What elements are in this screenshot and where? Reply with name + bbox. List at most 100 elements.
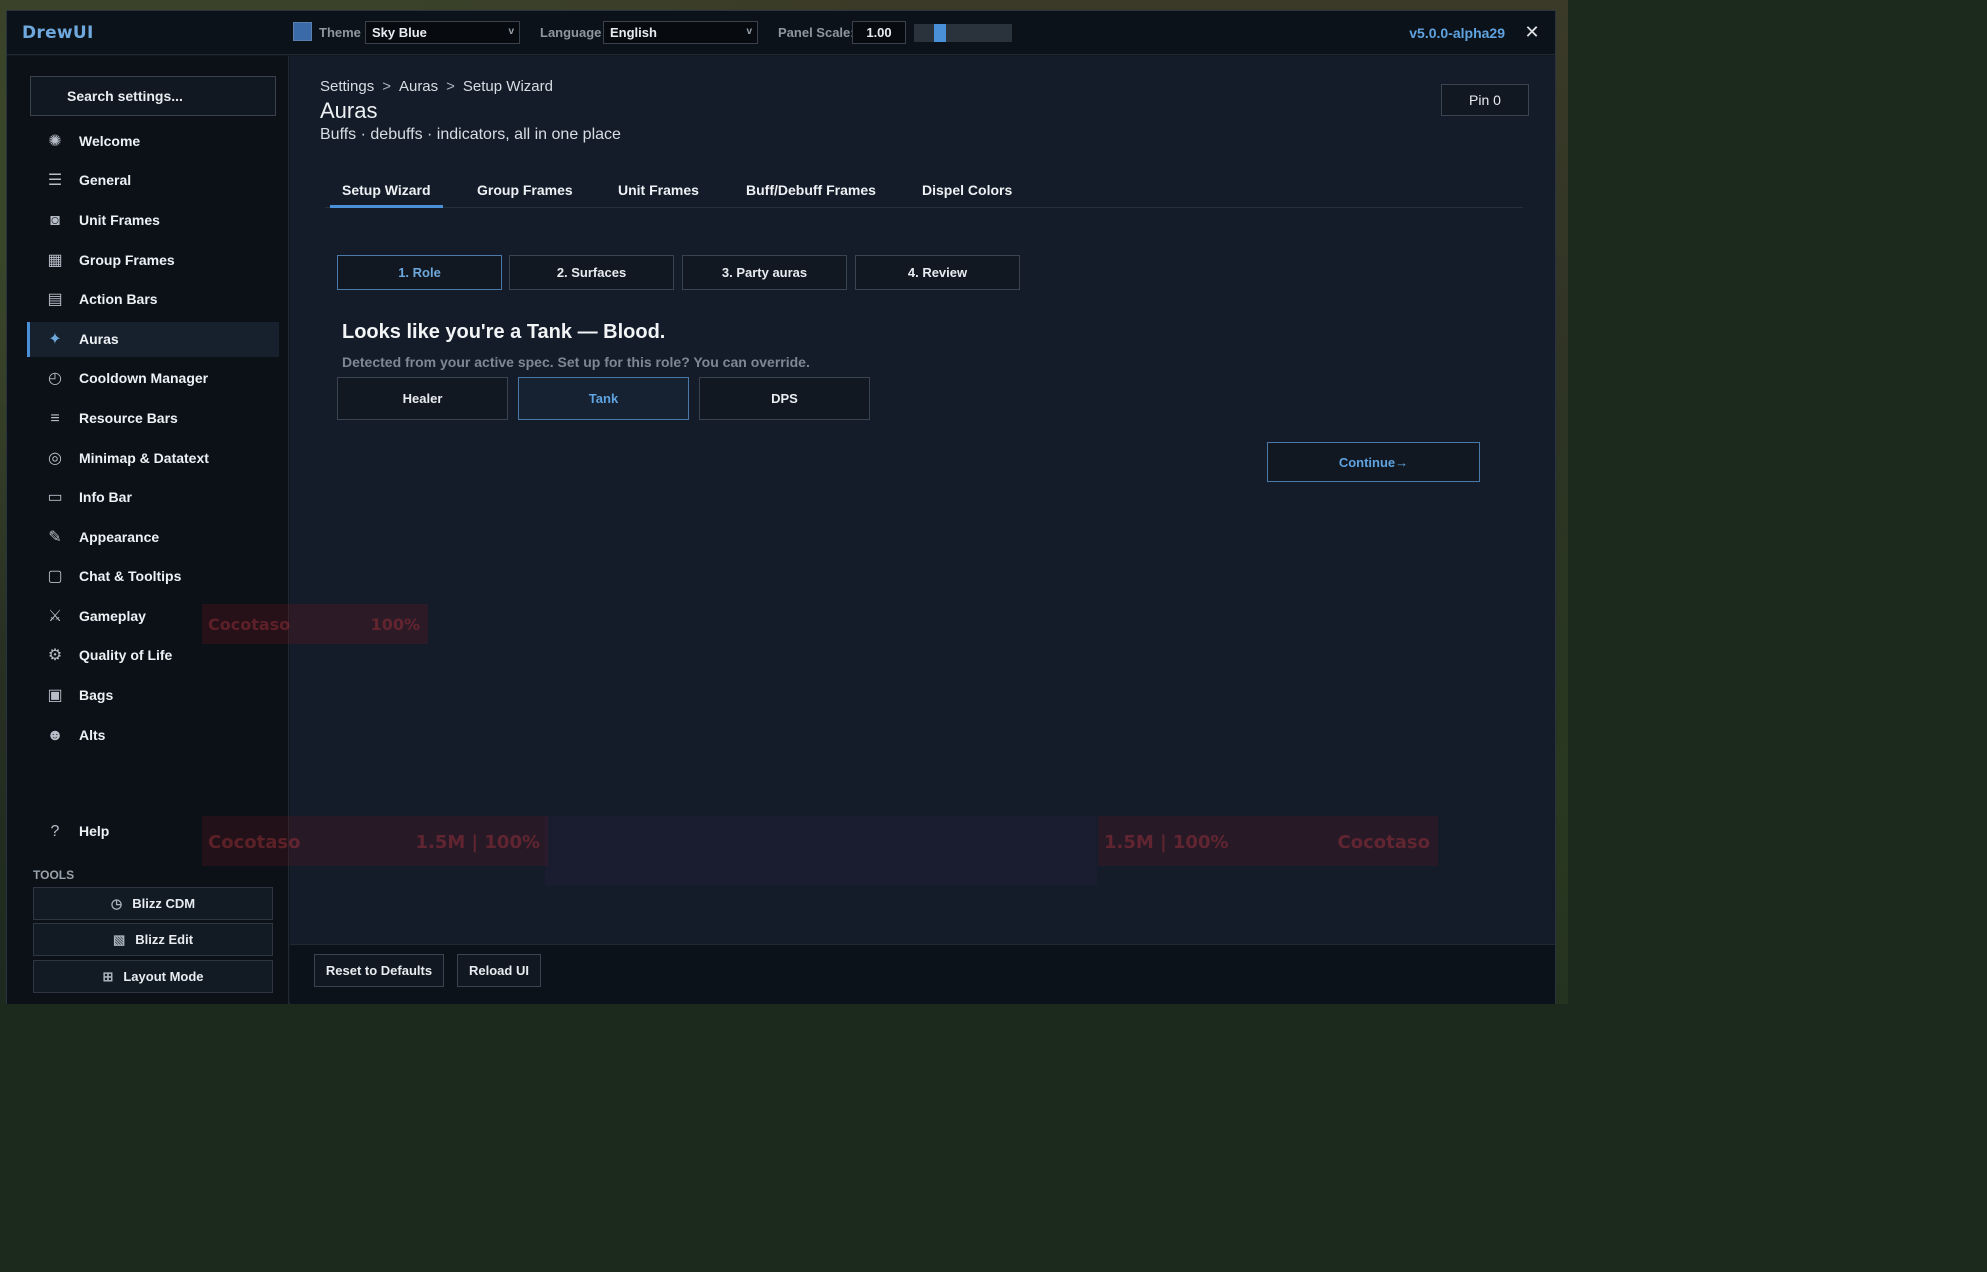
sidebar-item-label: Auras — [79, 331, 119, 347]
panel-scale-input[interactable]: 1.00 — [852, 21, 906, 44]
breadcrumb: Settings > Auras > Setup Wizard — [320, 78, 553, 95]
wizard-step-surfaces[interactable]: 2. Surfaces — [509, 255, 674, 290]
breadcrumb-item: Setup Wizard — [462, 78, 553, 95]
minimap-icon: ◎ — [48, 450, 62, 467]
sidebar-item-label: Welcome — [79, 133, 141, 149]
tab-unit-frames[interactable]: Unit Frames — [618, 182, 699, 198]
edit-icon: ▧ — [112, 932, 126, 947]
search-input[interactable]: Search settings... — [30, 76, 276, 116]
sidebar-item-resource-bars[interactable]: ≡ Resource Bars — [27, 401, 279, 436]
sidebar-item-cooldown-manager[interactable]: ◴ Cooldown Manager — [27, 361, 279, 396]
sidebar-item-label: General — [79, 172, 132, 188]
chevron-down-icon: v — [508, 26, 514, 37]
breadcrumb-item[interactable]: Auras — [399, 78, 438, 95]
tool-label: Layout Mode — [123, 969, 204, 984]
tab-buff-debuff-frames[interactable]: Buff/Debuff Frames — [746, 182, 876, 198]
sidebar-item-alts[interactable]: ☻ Alts — [27, 718, 279, 753]
sidebar-item-minimap-datatext[interactable]: ◎ Minimap & Datatext — [27, 441, 279, 476]
role-healer-button[interactable]: Healer — [337, 377, 508, 420]
panel-scale-label: Panel Scale: — [778, 25, 855, 40]
page-title: Auras — [320, 98, 378, 123]
theme-color-swatch[interactable] — [293, 22, 312, 41]
tools-section-title: TOOLS — [33, 868, 75, 882]
language-select[interactable]: English v — [603, 21, 758, 44]
sidebar-item-label: Minimap & Datatext — [79, 450, 209, 466]
layout-mode-button[interactable]: ⊞ Layout Mode — [33, 960, 273, 993]
breadcrumb-separator: > — [382, 78, 391, 95]
sidebar-item-label: Unit Frames — [79, 212, 160, 228]
sidebar-item-auras[interactable]: ✦ Auras — [27, 322, 279, 357]
close-icon[interactable]: ✕ — [1523, 23, 1541, 41]
tab-setup-wizard[interactable]: Setup Wizard — [330, 182, 443, 208]
sidebar-item-general[interactable]: ☰ General — [27, 163, 279, 198]
cdm-icon: ◷ — [110, 896, 123, 911]
compass-icon: ✺ — [48, 133, 62, 150]
ghost-health-text: 1.5M | 100% — [1104, 832, 1229, 853]
ghost-target-health: 1.5M | 100% Cocotaso — [1098, 816, 1438, 866]
sidebar-item-welcome[interactable]: ✺ Welcome — [27, 124, 279, 159]
reload-ui-button[interactable]: Reload UI — [457, 954, 541, 987]
breadcrumb-item[interactable]: Settings — [320, 78, 374, 95]
main-panel: Settings > Auras > Setup Wizard Auras Buffs … — [202, 56, 1555, 944]
layout-icon: ⊞ — [102, 969, 114, 984]
slider-handle[interactable] — [934, 24, 946, 42]
page-subtitle: Buffs · debuffs · indicators, all in one… — [320, 126, 621, 143]
sparkle-icon: ✦ — [48, 331, 62, 348]
top-bar: DrewUI Theme Sky Blue v Language English… — [7, 11, 1555, 55]
ghost-unit-name: Cocotaso — [208, 615, 291, 634]
sidebar-item-group-frames[interactable]: ▦ Group Frames — [27, 243, 279, 278]
wizard-step-party-auras[interactable]: 3. Party auras — [682, 255, 847, 290]
role-tank-button[interactable]: Tank — [518, 377, 689, 420]
swords-icon: ⚔ — [47, 608, 63, 625]
sidebar-item-bags[interactable]: ▣ Bags — [27, 678, 279, 713]
wizard-step-role[interactable]: 1. Role — [337, 255, 502, 290]
help-icon: ? — [50, 823, 60, 840]
language-select-value: English — [610, 25, 657, 40]
continue-button[interactable]: Continue→ — [1267, 442, 1480, 482]
sidebar-item-unit-frames[interactable]: ◙ Unit Frames — [27, 203, 279, 238]
group-grid-icon: ▦ — [47, 252, 63, 269]
panel-scale-slider[interactable] — [914, 24, 1012, 42]
wizard-heading: Looks like you're a Tank — Blood. — [342, 321, 666, 343]
theme-select-value: Sky Blue — [372, 25, 427, 40]
version-label: v5.0.0-alpha29 — [1409, 25, 1505, 41]
gear-sparkle-icon: ⚙ — [47, 647, 63, 664]
ghost-unit-name: Cocotaso — [208, 832, 301, 853]
ghost-action-bar — [545, 816, 1097, 886]
ghost-player-health: Cocotaso 1.5M | 100% — [202, 816, 548, 866]
reset-defaults-button[interactable]: Reset to Defaults — [314, 954, 444, 987]
settings-window: DrewUI Theme Sky Blue v Language English… — [6, 10, 1556, 1004]
pin-button[interactable]: Pin 0 — [1441, 84, 1529, 116]
wizard-step-review[interactable]: 4. Review — [855, 255, 1020, 290]
sidebar-item-chat-tooltips[interactable]: ▢ Chat & Tooltips — [27, 559, 279, 594]
sidebar-item-label: Quality of Life — [79, 647, 173, 663]
chat-icon: ▢ — [47, 568, 63, 585]
theme-select[interactable]: Sky Blue v — [365, 21, 520, 44]
sidebar-item-label: Resource Bars — [79, 410, 178, 426]
sidebar-item-appearance[interactable]: ✎ Appearance — [27, 520, 279, 555]
sidebar-item-label: Appearance — [79, 529, 160, 545]
role-dps-button[interactable]: DPS — [699, 377, 870, 420]
tab-bar: Setup Wizard Group Frames Unit Frames Bu… — [325, 174, 1523, 208]
sliders-icon: ☰ — [47, 172, 63, 189]
chevron-down-icon: v — [746, 26, 752, 37]
action-bars-icon: ▤ — [47, 291, 63, 308]
tab-group-frames[interactable]: Group Frames — [477, 182, 573, 198]
footer-bar: Reset to Defaults Reload UI — [290, 944, 1555, 1004]
language-label: Language — [540, 25, 602, 40]
users-icon: ☻ — [46, 727, 64, 744]
blizz-cdm-button[interactable]: ◷ Blizz CDM — [33, 887, 273, 920]
theme-label: Theme — [319, 25, 361, 40]
tool-label: Blizz Edit — [135, 932, 194, 947]
sidebar-item-label: Chat & Tooltips — [79, 568, 182, 584]
timer-icon: ◴ — [48, 370, 62, 387]
sidebar-item-action-bars[interactable]: ▤ Action Bars — [27, 282, 279, 317]
sidebar-item-label: Cooldown Manager — [79, 370, 209, 386]
sidebar-item-info-bar[interactable]: ▭ Info Bar — [27, 480, 279, 515]
brush-icon: ✎ — [48, 529, 62, 546]
blizz-edit-button[interactable]: ▧ Blizz Edit — [33, 923, 273, 956]
breadcrumb-separator: > — [446, 78, 455, 95]
tab-dispel-colors[interactable]: Dispel Colors — [922, 182, 1012, 198]
wizard-hint: Detected from your active spec. Set up f… — [342, 354, 810, 370]
sidebar-item-label: Action Bars — [79, 291, 158, 307]
